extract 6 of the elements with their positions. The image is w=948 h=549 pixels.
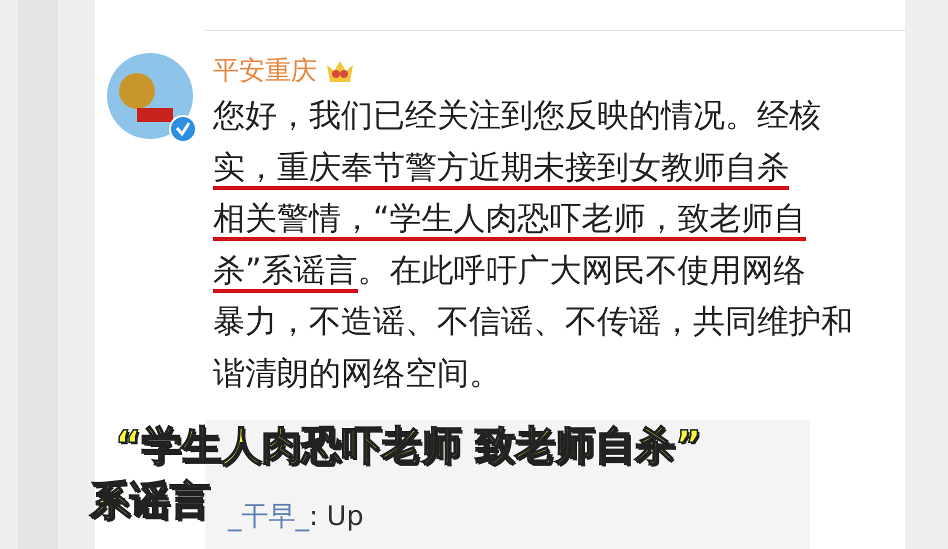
comment: _干早_: Up <box>228 500 365 534</box>
avatar-icon[interactable] <box>107 53 193 139</box>
subtitle: 系谣言 <box>90 477 210 526</box>
post-text: 您好，我们已经关注到您反映的情况。经核 实，重庆奉节警方近期未接到女教师自杀 相关警情，“学生人肉恐吓老师，致老师自 杀”系谣言。在此呼吁广大网民不使用网络 暴力，不造谣、不信谣、不传谣，共同维护和 谐清朗的网络空间。 <box>213 95 853 394</box>
subtitle: “学生人肉恐吓老师 致老师自杀” <box>115 422 702 471</box>
author-name[interactable]: 平安重庆 <box>213 53 317 88</box>
